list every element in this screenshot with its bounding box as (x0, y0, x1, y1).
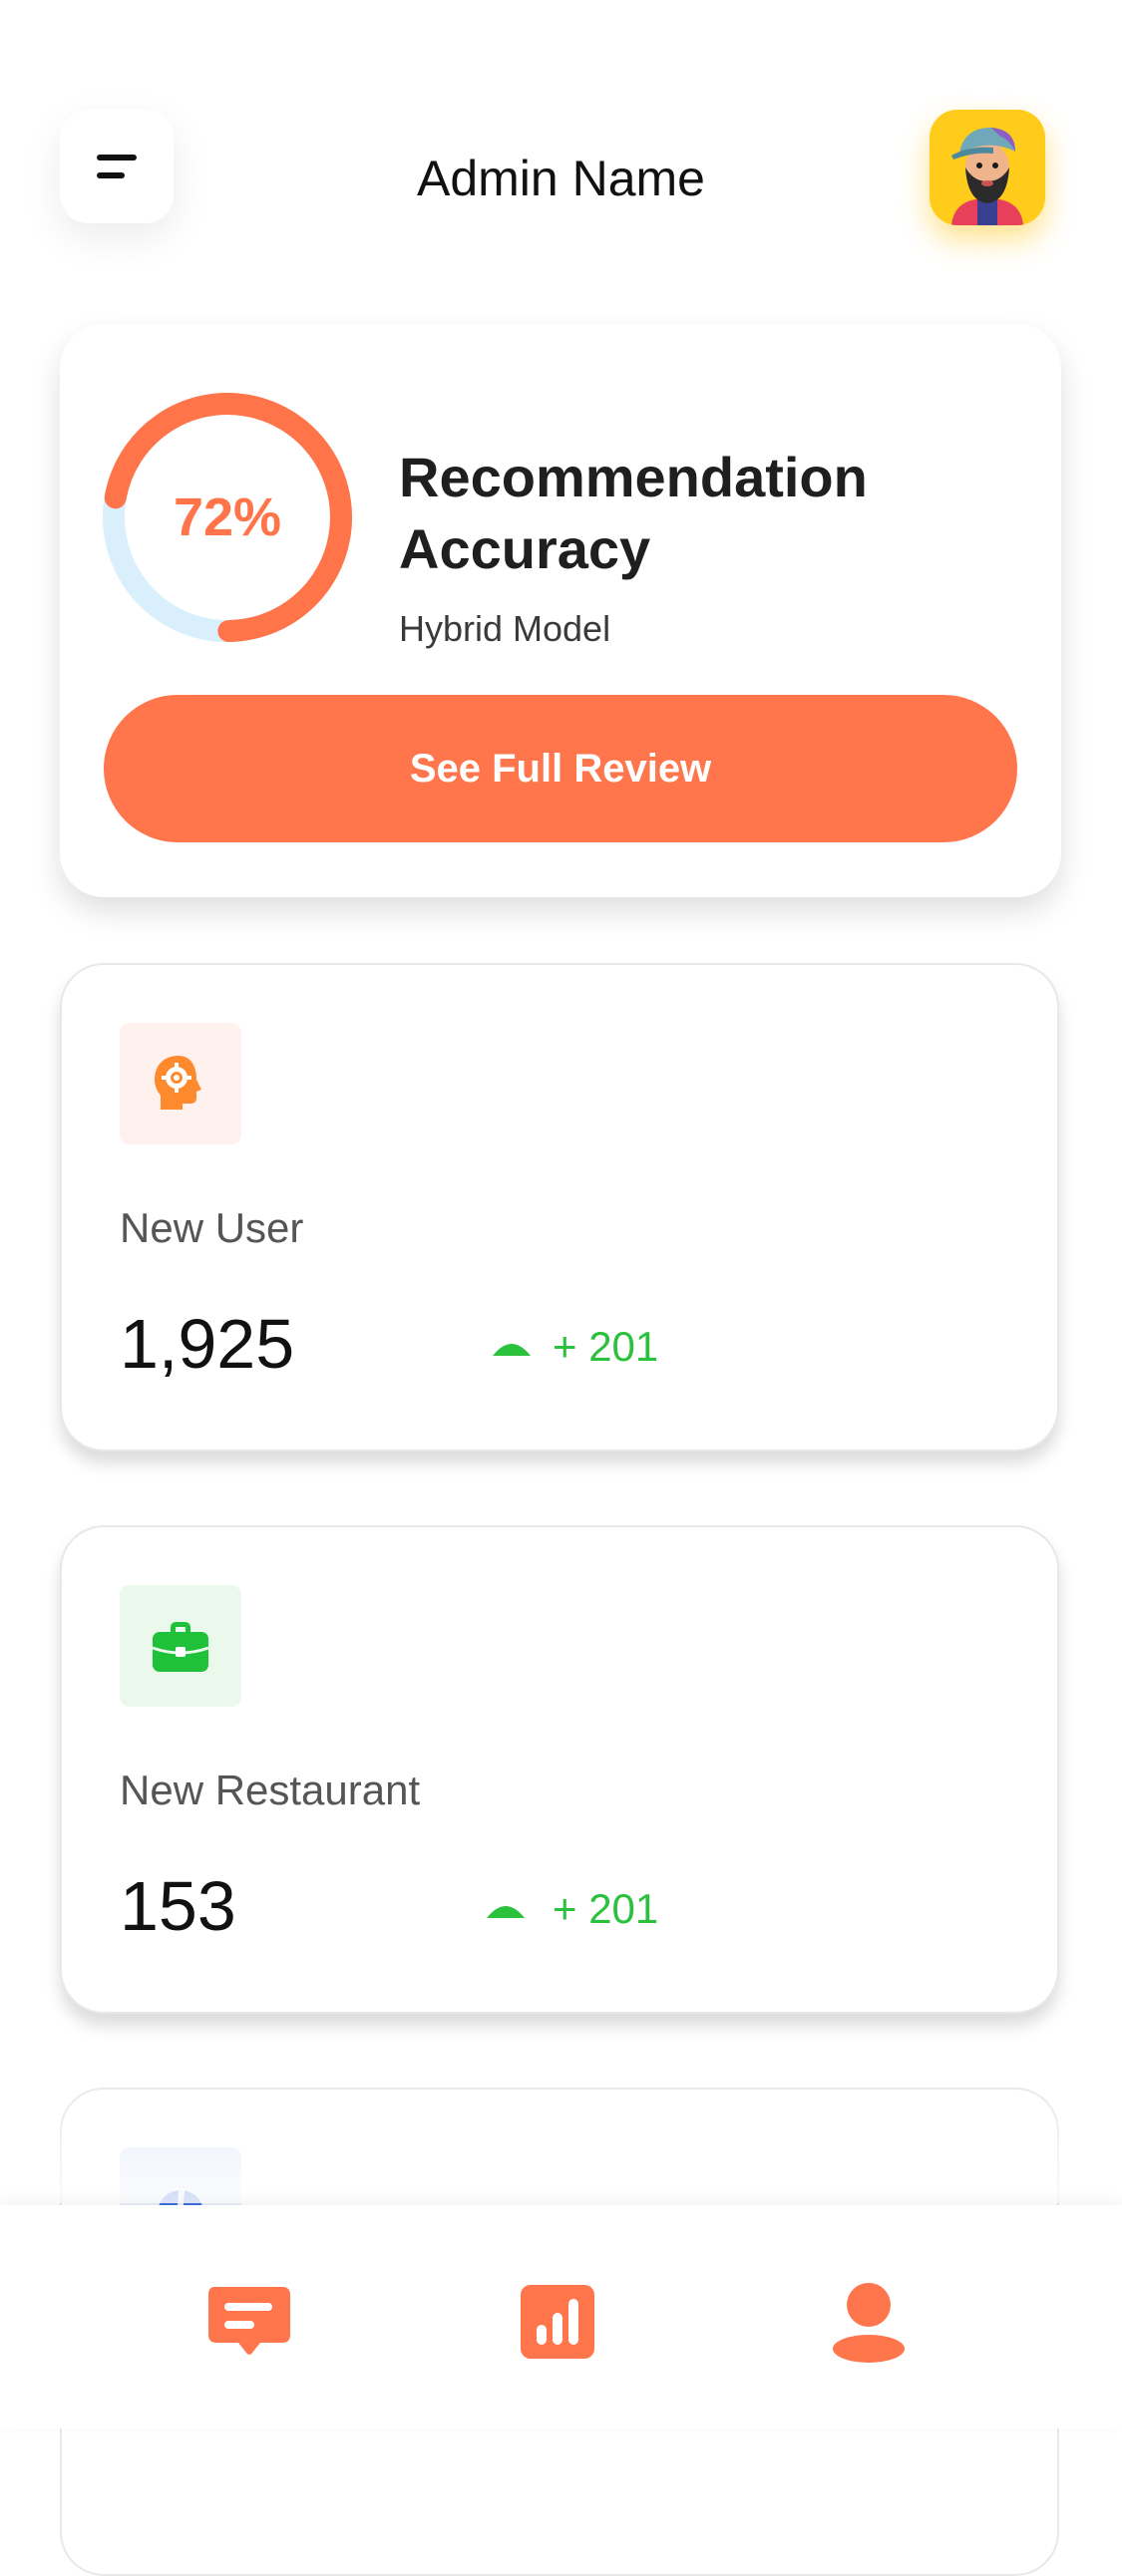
accuracy-title: Recommendation Accuracy (399, 442, 1037, 585)
stat-icon-box (120, 1585, 241, 1707)
stat-card-new-user[interactable]: New User 1,925 + 201 (60, 963, 1059, 1451)
chat-icon (208, 2287, 290, 2355)
stat-trend: + 201 (491, 1322, 658, 1372)
stat-trend: + 201 (485, 1884, 658, 1934)
stat-trend-value: + 201 (553, 1885, 659, 1932)
stat-value: 153 (120, 1867, 236, 1945)
accuracy-card: 72% Recommendation Accuracy Hybrid Model… (60, 324, 1061, 897)
stat-trend-value: + 201 (553, 1323, 659, 1370)
profile-icon (833, 2283, 905, 2363)
nav-item-stats[interactable] (513, 2277, 602, 2367)
briefcase-icon (152, 1622, 209, 1672)
trend-up-icon (487, 1906, 525, 1918)
stat-label: New Restaurant (120, 1767, 421, 1813)
accuracy-percent: 72% (173, 487, 282, 547)
avatar-illustration (951, 128, 1023, 225)
stat-card-new-restaurant[interactable]: New Restaurant 153 + 201 (60, 1525, 1059, 2014)
head-gear-icon (155, 1056, 201, 1110)
accuracy-subtitle: Hybrid Model (399, 608, 611, 649)
nav-item-profile[interactable] (824, 2277, 914, 2367)
avatar[interactable] (930, 110, 1045, 225)
stat-icon-box (120, 1023, 241, 1144)
see-full-review-button[interactable]: See Full Review (104, 695, 1017, 842)
trend-up-icon (493, 1344, 531, 1356)
scroll-fade (0, 2084, 1122, 2203)
stat-label: New User (120, 1204, 304, 1251)
nav-item-messages[interactable] (204, 2277, 294, 2367)
accuracy-title-line2: Accuracy (399, 517, 651, 580)
stat-value: 1,925 (120, 1305, 295, 1383)
chart-icon (521, 2285, 594, 2359)
accuracy-title-line1: Recommendation (399, 446, 868, 508)
header: Admin Name (0, 0, 1122, 299)
bottom-nav (0, 2205, 1122, 2428)
